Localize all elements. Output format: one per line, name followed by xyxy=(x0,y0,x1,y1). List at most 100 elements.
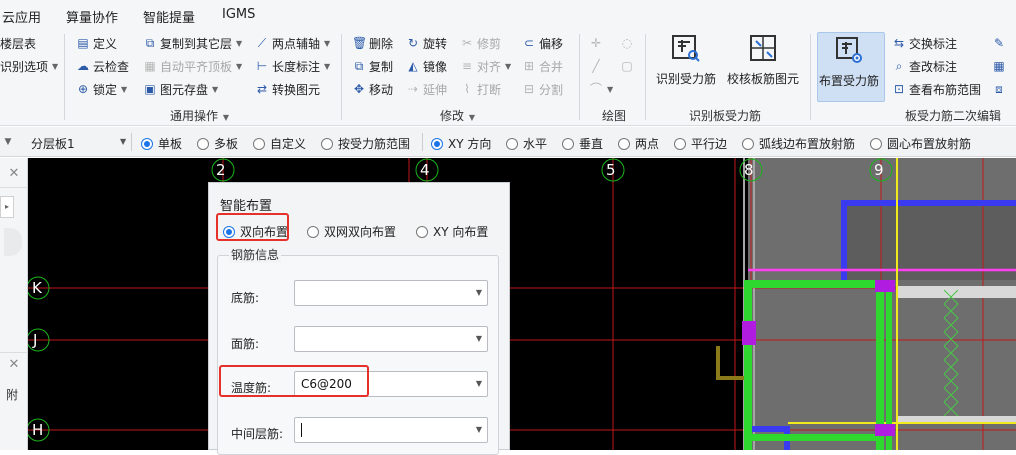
check-rebar-icon xyxy=(750,35,776,61)
circle-check-icon: ◌ xyxy=(621,36,633,50)
close-icon[interactable]: ✕ xyxy=(0,352,28,376)
radio-multi-board[interactable]: 多板 xyxy=(197,135,238,152)
dialog-title: 智能布置 xyxy=(220,199,273,214)
merge-icon: ⊞ xyxy=(523,59,535,73)
menu-smart-extract[interactable]: 智能提量 xyxy=(143,7,195,26)
check-mark-button[interactable]: ⌕ 查改标注 xyxy=(892,57,957,75)
offset-icon: ⊂ xyxy=(523,36,535,50)
radio-by-rebar-range[interactable]: 按受力筋范围 xyxy=(321,135,410,152)
swap-mark-button[interactable]: ⇆ 交换标注 xyxy=(892,34,957,52)
expand-arrow-icon[interactable]: ▸ xyxy=(0,196,14,218)
radio-label: 圆心布置放射筋 xyxy=(887,137,972,151)
menu-cloud-app[interactable]: 云应用 xyxy=(2,7,41,26)
extra-tool-3[interactable]: ⧈ xyxy=(992,80,1006,98)
delete-button[interactable]: 🗑 删除 xyxy=(352,34,393,52)
copy-to-floor-button[interactable]: ⧉ 复制到其它层 ▼ xyxy=(143,34,242,52)
radio-xy-direction[interactable]: XY 方向 xyxy=(431,135,491,152)
place-rebar-button[interactable]: 布置受力筋 xyxy=(819,34,879,89)
radio-horizontal[interactable]: 水平 xyxy=(506,135,547,152)
view-range-button[interactable]: ⊡ 查看布筋范围 xyxy=(892,80,981,98)
define-button[interactable]: ▤ 定义 xyxy=(76,34,117,52)
convert-element-label: 转换图元 xyxy=(272,82,321,97)
radio-dot xyxy=(742,137,754,150)
extend-button[interactable]: ⇢ 延伸 xyxy=(406,80,447,98)
bottom-rebar-select[interactable]: ▼ xyxy=(294,280,488,306)
panel-tab-label[interactable]: 附 xyxy=(6,386,18,403)
layer-icon: ⧈ xyxy=(995,82,1003,96)
split-button[interactable]: ⊟ 分割 xyxy=(522,80,563,98)
draw-line-button[interactable]: ╱ xyxy=(589,57,603,75)
chevron-down-icon: ▼ xyxy=(607,84,614,94)
crosshair-icon: ✛ xyxy=(590,36,602,50)
auto-flat-top-button[interactable]: ▦ 自动平齐顶板 ▼ xyxy=(143,57,242,75)
top-rebar-label: 面筋: xyxy=(231,337,260,351)
two-point-axis-button[interactable]: ⟋ 两点辅轴 ▼ xyxy=(255,34,330,52)
divider xyxy=(64,34,65,120)
trim-label: 修剪 xyxy=(477,36,502,51)
move-button[interactable]: ✥ 移动 xyxy=(352,80,393,98)
radio-two-point[interactable]: 两点 xyxy=(618,135,659,152)
draw-rotate-point-button[interactable]: ◌ xyxy=(620,34,634,52)
draw-point-button[interactable]: ✛ xyxy=(589,34,603,52)
offset-button[interactable]: ⊂ 偏移 xyxy=(522,34,563,52)
draw-arc-button[interactable]: ⌒ ▼ xyxy=(589,80,613,98)
axis-label-top: 4 xyxy=(420,161,430,179)
rotate-button[interactable]: ↻ 旋转 xyxy=(406,34,447,52)
radio-single-board[interactable]: 单板 xyxy=(141,135,182,152)
axis-label-left: J xyxy=(33,331,38,349)
bottom-rebar-label: 底筋: xyxy=(231,291,260,305)
convert-element-button[interactable]: ⇄ 转换图元 xyxy=(255,80,320,98)
align-button[interactable]: ≡ 对齐 ▼ xyxy=(460,57,511,75)
top-rebar-select[interactable]: ▼ xyxy=(294,326,488,352)
check-rebar-button[interactable]: 校核板筋图元 xyxy=(727,32,799,87)
mirror-button[interactable]: ◭ 镜像 xyxy=(406,57,447,75)
radio-dot xyxy=(141,137,153,150)
place-rebar-label: 布置受力筋 xyxy=(819,74,880,88)
radio-dot xyxy=(321,137,333,150)
trash-icon: 🗑 xyxy=(352,36,368,50)
radio-parallel-edge[interactable]: 平行边 xyxy=(674,135,727,152)
radio-double-net[interactable]: 双网双向布置 xyxy=(307,223,396,240)
element-save-label: 图元存盘 xyxy=(160,82,209,97)
chevron-down-icon: ▼ xyxy=(120,137,127,146)
close-icon[interactable]: ✕ xyxy=(0,160,28,188)
panel-handle[interactable] xyxy=(4,228,22,256)
radio-center-radial[interactable]: 圆心布置放射筋 xyxy=(870,135,971,152)
cloud-check-button[interactable]: ☁ 云检查 xyxy=(76,57,129,75)
middle-rebar-select[interactable]: ▼ xyxy=(294,417,488,443)
radio-xy-layout[interactable]: XY 向布置 xyxy=(416,223,488,240)
element-save-button[interactable]: ▣ 图元存盘 ▼ xyxy=(143,80,218,98)
menu-igms[interactable]: IGMS xyxy=(222,7,255,22)
menu-collab[interactable]: 算量协作 xyxy=(66,7,118,26)
radio-vertical[interactable]: 垂直 xyxy=(562,135,603,152)
length-mark-button[interactable]: ⊢ 长度标注 ▼ xyxy=(255,57,330,75)
radio-label: 平行边 xyxy=(691,137,728,151)
chevron-down-icon: ▼ xyxy=(236,61,243,71)
radio-custom[interactable]: 自定义 xyxy=(253,135,306,152)
lock-label: 锁定 xyxy=(93,82,118,97)
lock-button[interactable]: ⊕ 锁定 ▼ xyxy=(76,80,127,98)
drawing-canvas[interactable]: 2 4 5 8 9 K J H xyxy=(28,158,1016,450)
copy-button[interactable]: ⧉ 复制 xyxy=(352,57,393,75)
rebar-green xyxy=(744,280,752,450)
identify-options-button[interactable]: 识别选项 ▼ xyxy=(0,57,58,75)
axis-label-top: 5 xyxy=(606,161,616,179)
line-icon: ╱ xyxy=(592,59,600,73)
divider xyxy=(341,34,342,120)
break-button[interactable]: ⌇ 打断 xyxy=(460,80,501,98)
floor-table-button[interactable]: 楼层表 xyxy=(0,34,36,52)
chevron-down-icon: ▼ xyxy=(475,334,482,343)
floor-select[interactable]: 分层板1 ▼ xyxy=(26,131,128,153)
trim-button[interactable]: ✂ 修剪 xyxy=(460,34,501,52)
length-mark-label: 长度标注 xyxy=(272,59,321,74)
break-label: 打断 xyxy=(477,82,502,97)
radio-arc-radial[interactable]: 弧线边布置放射筋 xyxy=(742,135,855,152)
extra-tool-1[interactable]: ✎ xyxy=(992,34,1006,52)
axis-label-top: 2 xyxy=(216,161,226,179)
identify-rebar-button[interactable]: 识别受力筋 xyxy=(656,32,716,87)
merge-button[interactable]: ⊞ 合并 xyxy=(522,57,563,75)
draw-rect-button[interactable]: ▢ xyxy=(620,57,634,75)
divider xyxy=(810,34,811,120)
extra-tool-2[interactable]: ▦ xyxy=(992,57,1006,75)
rebar-green xyxy=(748,434,880,441)
